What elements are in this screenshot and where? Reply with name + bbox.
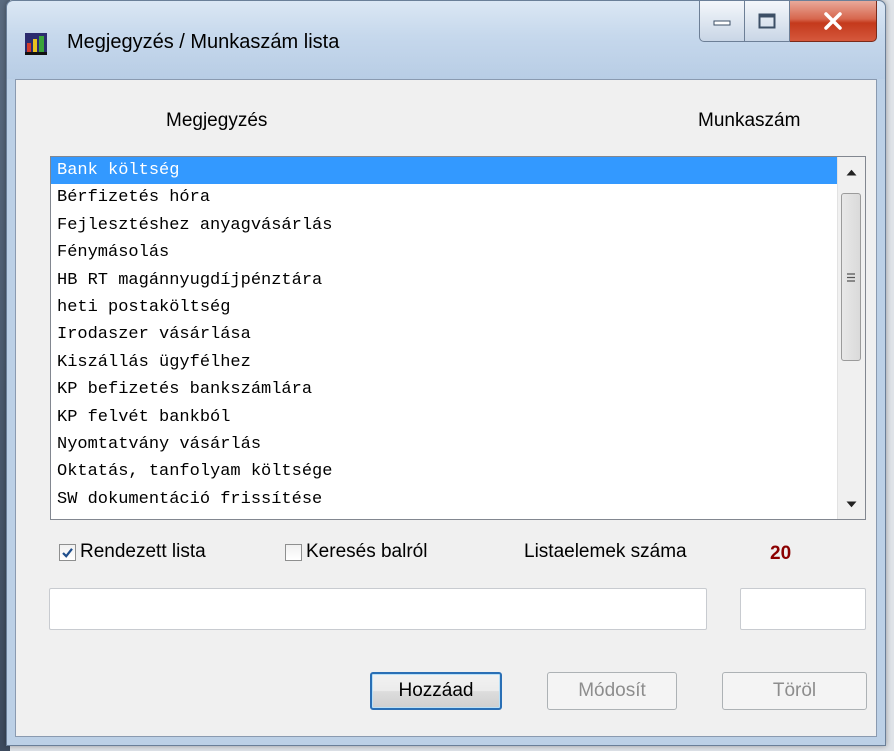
close-icon — [824, 12, 842, 30]
app-icon — [25, 33, 47, 55]
sorted-list-label: Rendezett lista — [80, 541, 206, 562]
list-item[interactable]: KP befizetés bankszámlára — [51, 376, 837, 403]
modify-button[interactable]: Módosít — [547, 672, 677, 710]
scroll-up-button[interactable] — [838, 159, 865, 185]
add-button[interactable]: Hozzáad — [370, 672, 502, 710]
search-left-checkbox-box[interactable] — [285, 543, 302, 561]
list-items: Bank költség Bérfizetés hóra Fejlesztéshez… — [51, 157, 837, 519]
item-count-label: Listaelemek száma — [524, 541, 687, 562]
megjegyzes-column-label: Megjegyzés — [166, 110, 268, 131]
delete-button[interactable]: Töröl — [722, 672, 867, 710]
list-item[interactable]: HB RT magánnyugdíjpénztára — [51, 267, 837, 294]
list-item[interactable]: Nyomtatvány vásárlás — [51, 431, 837, 458]
search-left-checkbox[interactable]: Keresés balról — [285, 541, 427, 563]
list-item[interactable]: Irodaszer vásárlása — [51, 321, 837, 348]
munkaszam-column-label: Munkaszám — [698, 110, 801, 131]
scroll-down-icon — [846, 501, 857, 507]
minimize-button[interactable] — [699, 1, 745, 42]
scroll-thumb[interactable] — [841, 193, 861, 361]
list-item[interactable]: heti postaköltség — [51, 294, 837, 321]
vertical-scrollbar[interactable] — [837, 157, 865, 519]
list-item[interactable]: Bank költség — [51, 157, 837, 185]
dialog-window: Megjegyzés / Munkaszám lista Megjegyzés … — [6, 0, 886, 746]
minimize-icon — [713, 20, 731, 26]
grip-icon — [847, 272, 855, 282]
worknumber-input[interactable] — [740, 588, 866, 630]
list-item[interactable]: Fénymásolás — [51, 239, 837, 266]
list-item[interactable]: Oktatás, tanfolyam költsége — [51, 458, 837, 485]
title-bar[interactable]: Megjegyzés / Munkaszám lista — [7, 1, 885, 79]
window-title: Megjegyzés / Munkaszám lista — [67, 31, 340, 53]
close-button[interactable] — [790, 1, 877, 42]
list-item[interactable]: Bérfizetés hóra — [51, 184, 837, 211]
list-item[interactable]: KP felvét bankból — [51, 404, 837, 431]
note-input[interactable] — [49, 588, 707, 630]
checkmark-icon — [62, 547, 73, 558]
sorted-list-checkbox[interactable]: Rendezett lista — [59, 541, 206, 563]
search-left-label: Keresés balról — [306, 541, 428, 562]
sorted-list-checkbox-box[interactable] — [59, 543, 76, 561]
maximize-icon — [758, 13, 776, 29]
scroll-up-icon — [846, 169, 857, 175]
item-count-value: 20 — [770, 543, 792, 564]
list-item[interactable]: Fejlesztéshez anyagvásárlás — [51, 212, 837, 239]
maximize-button[interactable] — [745, 1, 790, 42]
scroll-down-button[interactable] — [838, 491, 865, 517]
notes-listbox[interactable]: Bank költség Bérfizetés hóra Fejlesztéshez… — [50, 156, 866, 520]
list-item[interactable]: Kiszállás ügyfélhez — [51, 349, 837, 376]
dialog-client-area: Megjegyzés Munkaszám Bank költség Bérfize… — [15, 79, 877, 737]
list-item[interactable]: SW dokumentáció frissítése — [51, 486, 837, 513]
caption-buttons — [699, 1, 877, 45]
